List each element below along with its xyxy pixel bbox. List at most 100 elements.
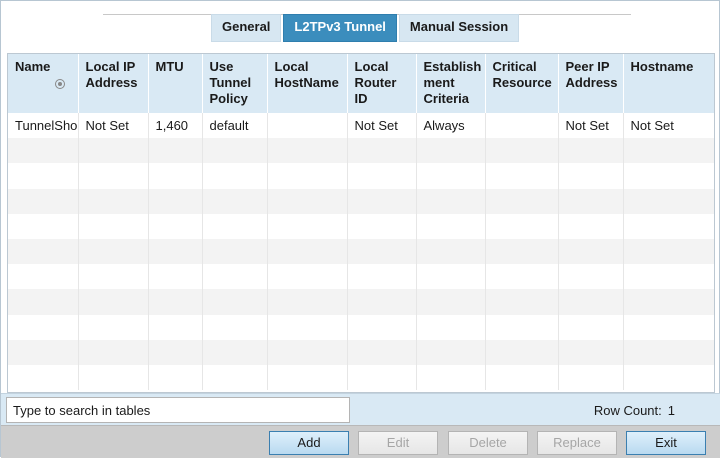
empty-cell [267, 339, 348, 365]
empty-cell [416, 163, 486, 189]
add-button[interactable]: Add [269, 431, 349, 455]
empty-cell [485, 138, 559, 164]
tunnel-table: Name Local IP Address MTU Use Tunnel Policy Loc… [7, 53, 715, 393]
empty-cell [148, 314, 203, 340]
tab-l2tpv3-tunnel[interactable]: L2TPv3 Tunnel [283, 14, 397, 42]
empty-cell [8, 364, 79, 391]
empty-cell [416, 289, 486, 315]
column-header-name[interactable]: Name [8, 54, 79, 113]
table-cell-hostname: Not Set [623, 113, 714, 139]
empty-table-row [8, 339, 714, 365]
empty-cell [78, 138, 149, 164]
table-row[interactable]: TunnelSho Not Set 1,460 default Not Set Alway… [8, 113, 714, 139]
empty-cell [485, 364, 559, 391]
empty-cell [347, 364, 417, 391]
empty-cell [485, 163, 559, 189]
empty-cell [623, 314, 714, 340]
empty-cell [202, 289, 268, 315]
row-count-value: 1 [667, 403, 675, 418]
empty-cell [267, 163, 348, 189]
empty-cell [8, 289, 79, 315]
empty-cell [623, 163, 714, 189]
search-input[interactable] [6, 397, 350, 423]
column-header-peer-ip[interactable]: Peer IP Address [558, 54, 624, 113]
empty-cell [8, 339, 79, 365]
empty-cell [8, 213, 79, 239]
sort-icon[interactable] [55, 79, 65, 89]
table-header: Name Local IP Address MTU Use Tunnel Policy Loc… [8, 54, 714, 113]
column-header-use-tunnel-policy[interactable]: Use Tunnel Policy [202, 54, 268, 113]
empty-cell [485, 264, 559, 290]
edit-button[interactable]: Edit [358, 431, 438, 455]
empty-cell [623, 289, 714, 315]
column-header-establishment-criteria[interactable]: Establish ment Criteria [416, 54, 486, 113]
column-header-label: Critical Resource [492, 59, 552, 90]
empty-cell [623, 264, 714, 290]
empty-cell [202, 314, 268, 340]
empty-cell [623, 213, 714, 239]
empty-cell [202, 264, 268, 290]
table-body: TunnelSho Not Set 1,460 default Not Set Alway… [8, 113, 714, 391]
empty-cell [416, 339, 486, 365]
exit-button[interactable]: Exit [626, 431, 706, 455]
column-header-mtu[interactable]: MTU [148, 54, 203, 113]
empty-table-row [8, 163, 714, 189]
delete-button[interactable]: Delete [448, 431, 528, 455]
empty-cell [558, 339, 624, 365]
empty-cell [202, 188, 268, 214]
tab-bar: General L2TPv3 Tunnel Manual Session [211, 14, 520, 42]
column-header-label: Local HostName [274, 59, 339, 90]
empty-cell [416, 364, 486, 391]
empty-cell [78, 364, 149, 391]
column-header-label: MTU [155, 59, 184, 74]
empty-cell [78, 163, 149, 189]
column-header-local-hostname[interactable]: Local HostName [267, 54, 348, 113]
empty-cell [267, 314, 348, 340]
empty-cell [148, 188, 203, 214]
empty-cell [267, 364, 348, 391]
empty-cell [416, 264, 486, 290]
empty-cell [623, 138, 714, 164]
empty-cell [8, 264, 79, 290]
empty-cell [8, 163, 79, 189]
table-cell-mtu: 1,460 [148, 113, 203, 139]
column-header-label: Use Tunnel Policy [209, 59, 252, 106]
table-cell-peer-ip: Not Set [558, 113, 624, 139]
table-cell-name: TunnelSho [8, 113, 79, 139]
empty-cell [558, 289, 624, 315]
empty-cell [8, 138, 79, 164]
empty-cell [78, 339, 149, 365]
column-header-hostname[interactable]: Hostname [623, 54, 714, 113]
empty-cell [347, 264, 417, 290]
empty-table-row [8, 138, 714, 164]
empty-cell [267, 264, 348, 290]
empty-cell [347, 188, 417, 214]
empty-cell [623, 364, 714, 391]
empty-table-row [8, 289, 714, 315]
tab-general[interactable]: General [211, 14, 282, 42]
empty-cell [347, 314, 417, 340]
tab-manual-session[interactable]: Manual Session [398, 14, 520, 42]
empty-table-row [8, 213, 714, 239]
column-header-local-router-id[interactable]: Local Router ID [347, 54, 417, 113]
empty-cell [78, 314, 149, 340]
empty-cell [347, 238, 417, 265]
empty-cell [78, 289, 149, 315]
column-header-local-ip[interactable]: Local IP Address [78, 54, 149, 113]
table-cell-critical-resource [485, 113, 559, 139]
column-header-critical-resource[interactable]: Critical Resource [485, 54, 559, 113]
empty-cell [202, 213, 268, 239]
column-header-label: Local Router ID [354, 59, 397, 106]
empty-cell [416, 213, 486, 239]
empty-cell [558, 138, 624, 164]
empty-cell [485, 314, 559, 340]
empty-cell [558, 213, 624, 239]
column-header-label: Peer IP Address [565, 59, 618, 90]
empty-cell [202, 163, 268, 189]
empty-cell [148, 138, 203, 164]
empty-table-row [8, 188, 714, 214]
replace-button[interactable]: Replace [537, 431, 617, 455]
table-cell-local-router-id: Not Set [347, 113, 417, 139]
empty-cell [78, 213, 149, 239]
empty-cell [8, 188, 79, 214]
